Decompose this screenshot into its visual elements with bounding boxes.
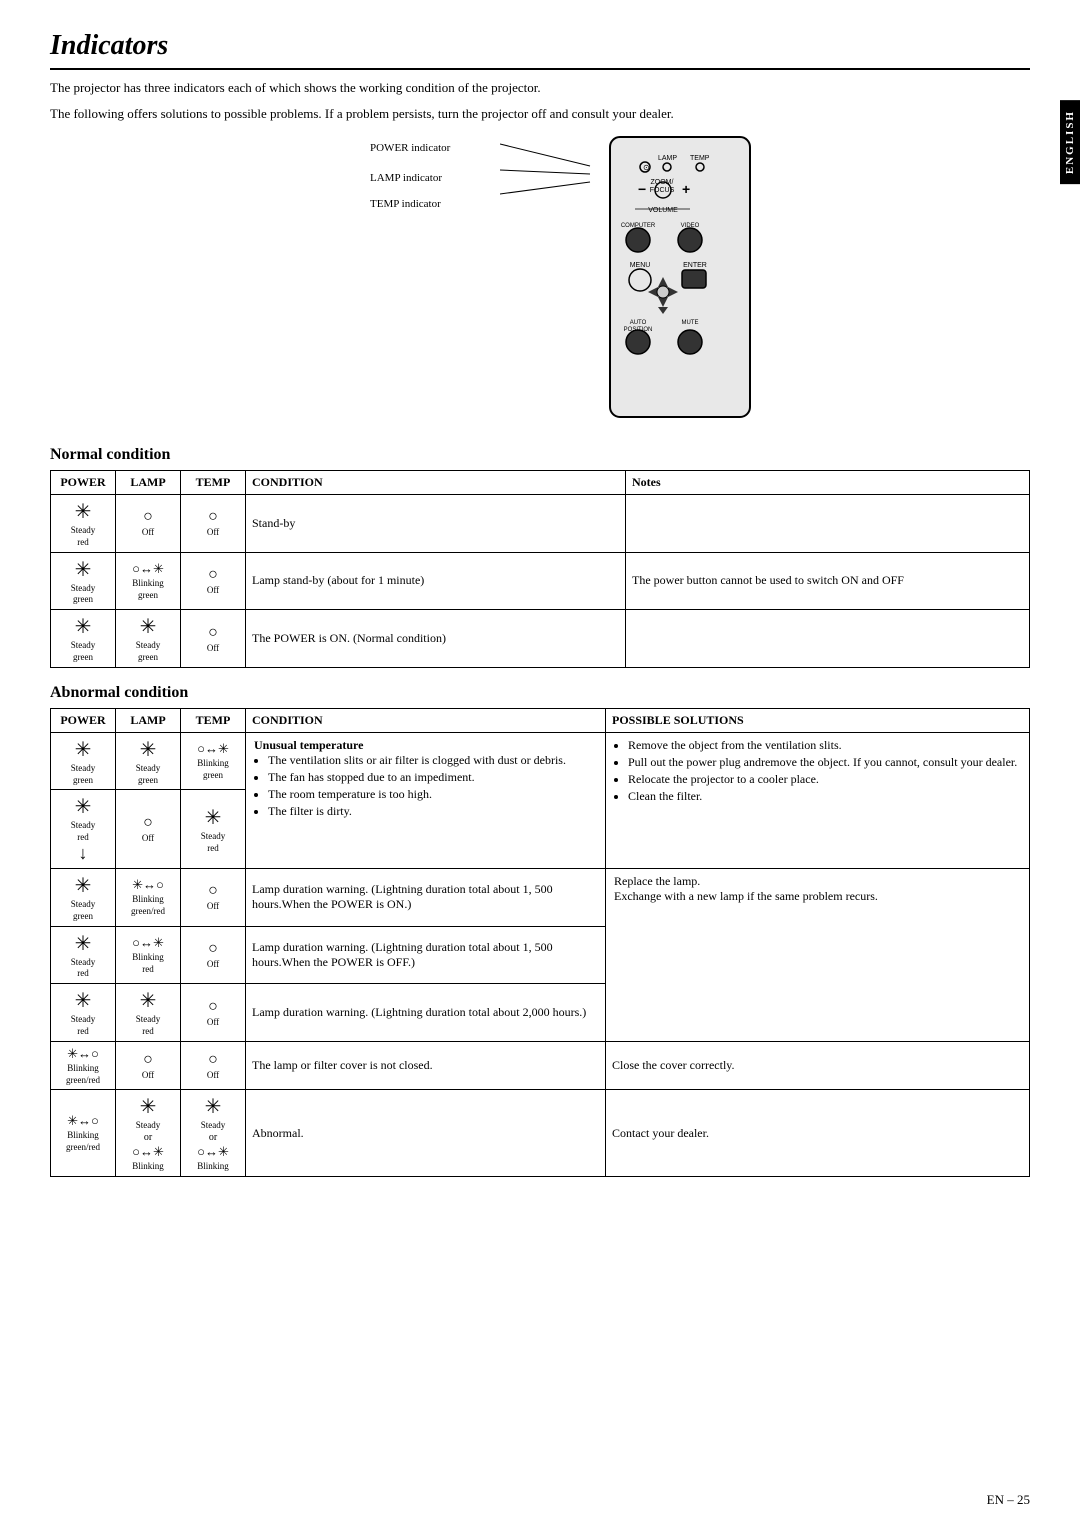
th-power: POWER [51, 471, 116, 495]
page-title: Indicators [50, 30, 1030, 70]
ab-solutions-5: Close the cover correctly. [606, 1041, 1030, 1090]
normal-row-2: ✳ Steady green ○↔✳ Blinking green ○ Off … [51, 552, 1030, 610]
ab-power-5: ✳↔○ Blinking green/red [66, 1046, 100, 1086]
ab-power-4: ✳ Steady red [71, 988, 96, 1037]
ab-row-5: ✳↔○ Blinking green/red ○ Off ○ Off The l… [51, 1041, 1030, 1090]
svg-text:⊙: ⊙ [643, 163, 650, 172]
power-icon-2: ✳ Steady green [71, 557, 96, 606]
ab-th-lamp: LAMP [116, 708, 181, 732]
ab-power-6: ✳↔○ Blinking green/red [66, 1113, 100, 1153]
ab-row-2: ✳ Steady green ✳↔○ Blinking green/red ○ … [51, 868, 1030, 926]
svg-text:+: + [682, 181, 690, 197]
power-indicator-label: POWER indicator [370, 142, 450, 154]
ab-condition-2: Lamp duration warning. (Lightning durati… [246, 868, 606, 926]
ab-lamp-1a: ✳ Steady green [136, 737, 161, 786]
lamp-indicator-label: LAMP indicator [370, 172, 450, 184]
side-label: ENGLISH [1060, 100, 1080, 184]
power-icon-1: ✳ Steady red [71, 499, 96, 548]
svg-text:MENU: MENU [630, 262, 651, 269]
ab-temp-4: ○ Off [207, 998, 219, 1028]
normal-row-3: ✳ Steady green ✳ Steady green ○ Off The … [51, 610, 1030, 668]
ab-condition-4: Lamp duration warning. (Lightning durati… [246, 984, 606, 1042]
ab-row-6: ✳↔○ Blinking green/red ✳ Steady or ○↔✳ B… [51, 1090, 1030, 1177]
lamp-icon-3: ✳ Steady green [136, 614, 161, 663]
ab-temp-5: ○ Off [207, 1051, 219, 1081]
indicator-lines [500, 136, 620, 216]
page-number: EN – 25 [987, 1492, 1030, 1508]
ab-lamp-4: ✳ Steady red [136, 988, 161, 1037]
projector-panel: LAMP TEMP ⊙ ZOOM/ FOCUS − + [600, 132, 770, 426]
ab-lamp-1b: ○ Off [142, 814, 154, 844]
ab-solutions-2: Replace the lamp. Exchange with a new la… [606, 868, 1030, 1041]
th-temp: TEMP [181, 471, 246, 495]
notes-3 [626, 610, 1030, 668]
ab-th-solutions: POSSIBLE SOLUTIONS [606, 708, 1030, 732]
svg-text:MUTE: MUTE [682, 320, 699, 326]
notes-1 [626, 495, 1030, 553]
ab-condition-6: Abnormal. [246, 1090, 606, 1177]
th-lamp: LAMP [116, 471, 181, 495]
notes-2: The power button cannot be used to switc… [626, 552, 1030, 610]
condition-1: Stand-by [246, 495, 626, 553]
intro-text-2: The following offers solutions to possib… [50, 106, 1030, 122]
ab-condition-3: Lamp duration warning. (Lightning durati… [246, 926, 606, 984]
condition-3: The POWER is ON. (Normal condition) [246, 610, 626, 668]
power-icon-3: ✳ Steady green [71, 614, 96, 663]
temp-icon-2: ○ Off [207, 566, 219, 596]
ab-lamp-2: ✳↔○ Blinking green/red [131, 877, 165, 917]
svg-text:ENTER: ENTER [683, 262, 707, 269]
ab-solutions-1: Remove the object from the ventilation s… [606, 732, 1030, 868]
ab-row-1a: ✳ Steady green ✳ Steady green ○↔✳ Blinki… [51, 732, 1030, 790]
ab-condition-1: Unusual temperature The ventilation slit… [246, 732, 606, 868]
intro-text-1: The projector has three indicators each … [50, 80, 1030, 96]
temp-indicator-label: TEMP indicator [370, 198, 450, 210]
ab-power-1b: ✳ Steady red [71, 794, 96, 843]
normal-condition-title: Normal condition [50, 446, 1030, 464]
ab-solutions-6: Contact your dealer. [606, 1090, 1030, 1177]
abnormal-condition-table: POWER LAMP TEMP CONDITION POSSIBLE SOLUT… [50, 708, 1030, 1177]
temp-icon-3: ○ Off [207, 624, 219, 654]
svg-text:TEMP: TEMP [690, 155, 710, 162]
normal-row-1: ✳ Steady red ○ Off ○ Off Stand-by [51, 495, 1030, 553]
normal-condition-table: POWER LAMP TEMP CONDITION Notes ✳ Steady… [50, 470, 1030, 668]
ab-th-condition: CONDITION [246, 708, 606, 732]
ab-temp-6: ✳ Steady or ○↔✳ Blinking [197, 1094, 229, 1172]
ab-th-temp: TEMP [181, 708, 246, 732]
lamp-icon-1: ○ Off [142, 508, 154, 538]
ab-temp-1a: ○↔✳ Blinking green [197, 741, 229, 781]
svg-text:−: − [638, 181, 646, 197]
lamp-icon-2: ○↔✳ Blinking green [132, 561, 164, 601]
abnormal-condition-title: Abnormal condition [50, 684, 1030, 702]
condition-2: Lamp stand-by (about for 1 minute) [246, 552, 626, 610]
diagram-area: POWER indicator LAMP indicator TEMP indi… [110, 132, 1030, 426]
th-notes: Notes [626, 471, 1030, 495]
ab-power-1a: ✳ Steady green [71, 737, 96, 786]
temp-icon-1: ○ Off [207, 508, 219, 538]
ab-power-2: ✳ Steady green [71, 873, 96, 922]
ab-condition-5: The lamp or filter cover is not closed. [246, 1041, 606, 1090]
ab-temp-1b: ✳ Steady red [201, 805, 226, 854]
ab-temp-2: ○ Off [207, 882, 219, 912]
svg-text:VOLUME: VOLUME [648, 207, 678, 214]
svg-text:LAMP: LAMP [658, 155, 677, 162]
ab-th-power: POWER [51, 708, 116, 732]
th-condition: CONDITION [246, 471, 626, 495]
ab-temp-3: ○ Off [207, 940, 219, 970]
ab-power-3: ✳ Steady red [71, 931, 96, 980]
svg-text:AUTO: AUTO [630, 320, 647, 326]
ab-lamp-5: ○ Off [142, 1051, 154, 1081]
ab-lamp-6: ✳ Steady or ○↔✳ Blinking [132, 1094, 164, 1172]
ab-lamp-3: ○↔✳ Blinking red [132, 935, 164, 975]
